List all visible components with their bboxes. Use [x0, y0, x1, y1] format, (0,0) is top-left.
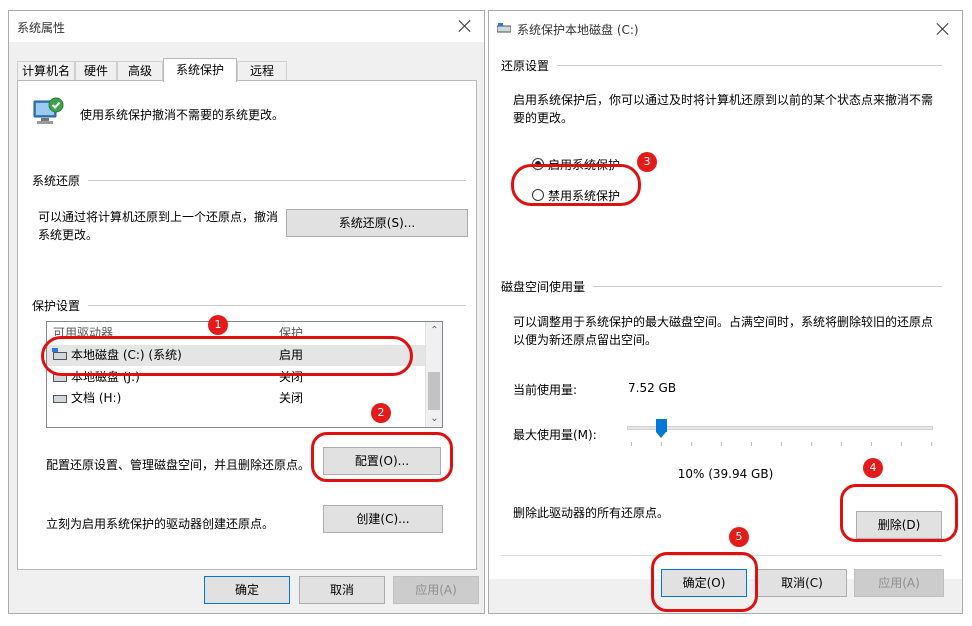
protection-group-line — [32, 305, 466, 306]
annotation-ok — [651, 552, 758, 612]
tab-panel: 使用系统保护撤消不需要的系统更改。 系统还原 可以通过将计算机还原到上一个还原点… — [17, 80, 477, 570]
slider-tick — [661, 442, 662, 446]
disk-desc-line2: 以便为新还原点留出空间。 — [513, 333, 658, 347]
restore-group-line — [32, 180, 466, 181]
annotation-delete — [840, 484, 958, 542]
tab-advanced[interactable]: 高级 — [117, 61, 163, 81]
step-badge-5: 5 — [729, 527, 749, 547]
scroll-down-arrow-icon[interactable]: ⌄ — [426, 410, 442, 427]
slider-tick — [811, 442, 812, 446]
restore-desc-line2: 要的更改。 — [513, 111, 574, 125]
drive-name: 文档 (H:) — [71, 391, 122, 405]
delete-desc: 删除此驱动器的所有还原点。 — [513, 506, 670, 520]
apply-button[interactable]: 应用(A) — [854, 569, 944, 597]
cancel-button[interactable]: 取消 — [299, 576, 385, 604]
drive-icon — [53, 394, 67, 403]
table-row[interactable]: 文档 (H:) 关闭 — [47, 388, 425, 409]
slider-tick — [871, 442, 872, 446]
title-bar: 系统属性 — [9, 11, 484, 42]
step-badge-1: 1 — [208, 315, 228, 335]
window-title: 系统属性 — [17, 21, 66, 35]
restore-group-label: 系统还原 — [32, 172, 89, 189]
slider-tick — [901, 442, 902, 446]
annotation-disable — [511, 164, 641, 206]
cancel-button[interactable]: 取消(C) — [757, 569, 847, 597]
tab-system-protection[interactable]: 系统保护 — [163, 58, 237, 82]
scroll-up-arrow-icon[interactable]: ⌃ — [426, 322, 442, 339]
step-badge-2: 2 — [371, 403, 391, 423]
slider-ticks — [631, 442, 932, 446]
tab-remote[interactable]: 远程 — [237, 61, 287, 81]
close-icon[interactable] — [456, 17, 474, 35]
ok-button[interactable]: 确定 — [204, 576, 290, 604]
disk-desc-line1: 可以调整用于系统保护的最大磁盘空间。占满空间时，系统将删除较旧的还原点 — [513, 315, 934, 329]
restore-desc-line2: 系统更改。 — [38, 228, 99, 242]
step-badge-3: 3 — [637, 152, 657, 172]
annotation-configure — [311, 432, 453, 482]
drive-list-scrollbar[interactable]: ⌃ ⌄ — [425, 322, 442, 427]
system-properties-window: 系统属性 计算机名 硬件 高级 系统保护 远程 使用系统保护撤消不需要的系统更改… — [8, 10, 485, 614]
slider-thumb[interactable] — [656, 419, 667, 439]
restore-section-line — [501, 65, 942, 66]
create-desc: 立刻为启用系统保护的驱动器创建还原点。 — [46, 517, 275, 531]
apply-button[interactable]: 应用(A) — [393, 576, 479, 604]
slider-tick — [691, 442, 692, 446]
system-protection-icon — [32, 95, 66, 129]
slider-tick — [781, 442, 782, 446]
step-badge-4: 4 — [863, 458, 883, 478]
slider-tick — [721, 442, 722, 446]
annotation-drive-c — [41, 336, 413, 376]
intro-text: 使用系统保护撤消不需要的系统更改。 — [80, 108, 285, 122]
protection-group-label: 保护设置 — [32, 297, 89, 314]
max-usage-label: 最大使用量(M): — [513, 428, 597, 442]
system-restore-button[interactable]: 系统还原(S)... — [286, 209, 468, 237]
restore-section-label: 还原设置 — [501, 57, 558, 74]
restore-desc-line1: 可以通过将计算机还原到上一个还原点，撤消 — [38, 210, 279, 224]
current-usage-value: 7.52 GB — [628, 381, 677, 395]
tab-computer-name[interactable]: 计算机名 — [17, 61, 75, 81]
protection-status: 关闭 — [279, 391, 304, 405]
max-usage-value: 10% (39.94 GB) — [677, 467, 774, 481]
title-bar: 系统保护本地磁盘 (C:) — [489, 11, 962, 45]
drive-title-icon — [496, 22, 512, 33]
slider-tick — [631, 442, 632, 446]
current-usage-label: 当前使用量: — [513, 383, 578, 397]
disk-section-label: 磁盘空间使用量 — [501, 278, 594, 295]
create-button[interactable]: 创建(C)... — [323, 505, 443, 533]
restore-desc-line1: 启用系统保护后，你可以通过及时将计算机还原到以前的某个状态点来撤消不需 — [513, 93, 934, 107]
slider-tick — [751, 442, 752, 446]
scroll-thumb[interactable] — [428, 372, 440, 410]
slider-tick — [931, 442, 932, 446]
slider-track[interactable] — [627, 426, 933, 430]
tab-hardware[interactable]: 硬件 — [75, 61, 117, 81]
close-icon[interactable] — [934, 20, 952, 38]
slider-tick — [841, 442, 842, 446]
configure-desc: 配置还原设置、管理磁盘空间，并且删除还原点。 — [46, 458, 311, 472]
window-title: 系统保护本地磁盘 (C:) — [517, 23, 639, 37]
